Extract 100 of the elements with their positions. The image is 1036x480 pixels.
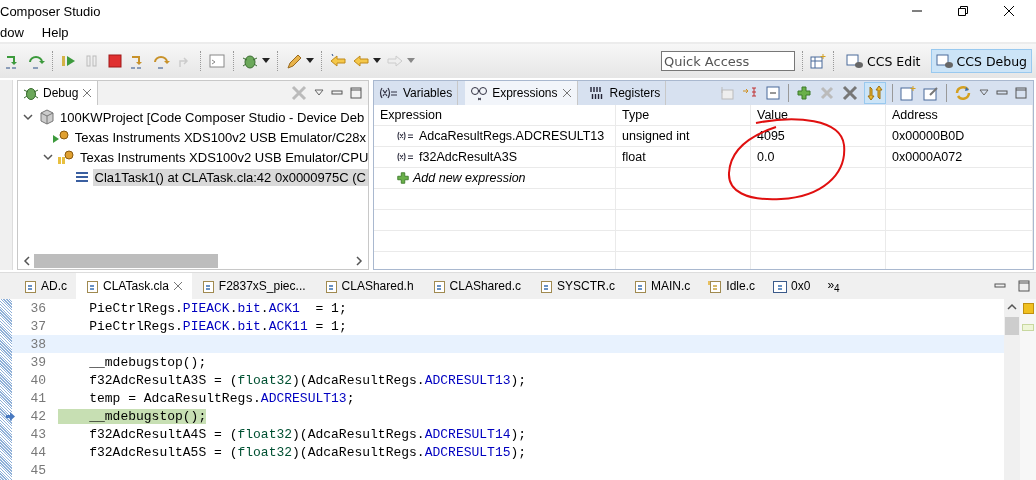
scrollbar-thumb[interactable] bbox=[34, 254, 219, 268]
collapse-all-icon[interactable] bbox=[765, 85, 781, 101]
view-menu-icon[interactable] bbox=[314, 89, 324, 97]
view-tab[interactable]: Expressions bbox=[465, 81, 578, 105]
perspective-button[interactable]: CCS Debug bbox=[930, 49, 1032, 73]
line-number: 39 bbox=[29, 354, 47, 370]
code-line: f32AdcResultA4S = (float32)(AdcaResultRegs.ADCRESULT14); bbox=[88, 426, 527, 442]
code-line: f32AdcResultA5S = (float32)(AdcaResultRegs.ADCRESULT15); bbox=[88, 444, 527, 460]
line-number: 36 bbox=[29, 300, 47, 316]
perspective-button[interactable]: CCS Edit bbox=[840, 49, 926, 73]
sync-icon[interactable] bbox=[954, 84, 972, 102]
console-icon[interactable] bbox=[208, 52, 226, 70]
running-core-icon bbox=[51, 129, 70, 145]
perspective-icon bbox=[845, 53, 864, 69]
minimize-icon[interactable] bbox=[331, 88, 343, 98]
editor-tab[interactable]: F2837xS_piec... bbox=[191, 273, 315, 299]
maximize-icon[interactable] bbox=[1015, 87, 1027, 99]
pen-icon[interactable] bbox=[285, 52, 303, 70]
column-header[interactable]: Type bbox=[616, 105, 751, 125]
file-icon bbox=[323, 278, 338, 294]
tree-item[interactable]: Texas Instruments XDS100v2 USB Emulator/C28x bbox=[72, 128, 368, 146]
maximize-icon[interactable] bbox=[350, 87, 362, 99]
remove-terminated-icon[interactable] bbox=[291, 85, 307, 101]
editor-tab[interactable]: CLAShared.c bbox=[422, 273, 530, 299]
view-tab[interactable]: Variables bbox=[374, 81, 459, 105]
minimize-icon[interactable] bbox=[994, 281, 1006, 291]
editor-tab[interactable]: AD.c bbox=[14, 273, 76, 299]
table-cell: 4095 bbox=[751, 126, 886, 146]
line-number: 45 bbox=[29, 462, 47, 478]
column-header[interactable]: Expression bbox=[374, 105, 616, 125]
file-icon bbox=[633, 278, 647, 294]
table-cell: 0x00000B0D bbox=[886, 126, 1033, 146]
menu-item[interactable]: dow bbox=[0, 24, 24, 40]
file-icon bbox=[538, 278, 553, 294]
line-number: 40 bbox=[29, 372, 47, 388]
stack-frame-icon bbox=[73, 169, 90, 185]
line-number: 37 bbox=[29, 318, 47, 334]
line-number: 41 bbox=[29, 390, 47, 406]
file-icon bbox=[708, 278, 723, 294]
overview-marker[interactable] bbox=[1022, 324, 1034, 331]
more-tabs-button[interactable]: »$_{4}$ bbox=[819, 277, 848, 295]
scrollbar-thumb[interactable] bbox=[1005, 317, 1019, 335]
dropdown-caret-icon[interactable] bbox=[262, 58, 270, 64]
expression-name: AdcaResultRegs.ADCRESULT13 bbox=[419, 129, 605, 143]
add-icon[interactable] bbox=[796, 85, 812, 101]
editor-tab[interactable]: Idle.c bbox=[699, 273, 764, 299]
restore-icon[interactable] bbox=[956, 4, 970, 18]
perspective-icon bbox=[935, 53, 954, 69]
remove-all-icon[interactable] bbox=[842, 85, 858, 101]
tree-item[interactable]: Texas Instruments XDS100v2 USB Emulator/CPU bbox=[78, 148, 368, 166]
debug-tab[interactable]: Debug bbox=[18, 81, 99, 105]
quick-access-field[interactable]: Quick Access bbox=[660, 51, 795, 71]
window-title: Composer Studio bbox=[0, 3, 101, 19]
add-expression-link[interactable]: Add new expression bbox=[413, 171, 526, 185]
minimize-icon[interactable] bbox=[996, 88, 1008, 98]
expression-name: f32AdcResultA3S bbox=[419, 150, 517, 164]
file-icon bbox=[200, 278, 215, 294]
file-icon bbox=[85, 278, 99, 294]
scroll-up-icon[interactable] bbox=[1007, 303, 1017, 311]
dropdown-caret-icon[interactable] bbox=[373, 58, 381, 64]
scroll-right-icon[interactable] bbox=[354, 256, 364, 266]
view-tab[interactable]: Registers bbox=[584, 81, 667, 105]
debug-icon[interactable] bbox=[241, 52, 259, 70]
view-menu-icon[interactable] bbox=[979, 89, 989, 97]
table-cell: 0.0 bbox=[751, 147, 886, 167]
add-icon bbox=[396, 171, 410, 185]
editor-tab[interactable]: SYSCTR.c bbox=[529, 273, 624, 299]
bug-icon bbox=[23, 85, 39, 101]
code-line: __mdebugstop(); bbox=[88, 354, 207, 370]
editor-tab[interactable]: CLAShared.h bbox=[314, 273, 423, 299]
back-star-icon[interactable] bbox=[329, 52, 347, 70]
variable-icon bbox=[379, 87, 399, 99]
editor-tab[interactable]: CLATask.cla bbox=[76, 273, 192, 299]
menu-item[interactable]: Help bbox=[41, 24, 69, 40]
maximize-icon[interactable] bbox=[1018, 280, 1030, 292]
column-header[interactable]: Value bbox=[751, 105, 886, 125]
table-cell: unsigned int bbox=[616, 126, 751, 146]
scroll-left-icon[interactable] bbox=[22, 256, 32, 266]
variable-icon bbox=[396, 152, 416, 162]
edit-icon[interactable] bbox=[923, 85, 939, 101]
code-line: PieCtrlRegs.PIEACK.bit.ACK11 = 1; bbox=[88, 318, 347, 334]
tree-item[interactable]: Cla1Task1() at CLATask.cla:42 0x0000975C (C bbox=[92, 168, 368, 186]
close-icon[interactable] bbox=[1002, 4, 1016, 18]
table-cell: float bbox=[616, 147, 751, 167]
refresh-icon[interactable] bbox=[865, 83, 885, 103]
editor-tab[interactable]: 0x0 bbox=[764, 273, 820, 299]
column-header[interactable]: Address bbox=[886, 105, 1033, 125]
dropdown-caret-icon[interactable] bbox=[306, 58, 314, 64]
tree-item[interactable]: 100KWProject [Code Composer Studio - Device Deb bbox=[58, 108, 367, 126]
export-icon[interactable] bbox=[900, 85, 916, 101]
code-line: f32AdcResultA3S = (float32)(AdcaResultRegs.ADCRESULT13); bbox=[88, 372, 527, 388]
file-icon bbox=[23, 278, 37, 294]
open-perspective-icon[interactable] bbox=[809, 53, 826, 69]
variable-icon bbox=[396, 131, 416, 141]
line-number: 42 bbox=[29, 408, 47, 424]
overview-marker[interactable] bbox=[1022, 303, 1034, 314]
cube-icon bbox=[39, 109, 55, 125]
terminate-icon[interactable] bbox=[106, 52, 124, 70]
editor-tab[interactable]: MAIN.c bbox=[624, 273, 700, 299]
file-icon bbox=[431, 278, 446, 294]
